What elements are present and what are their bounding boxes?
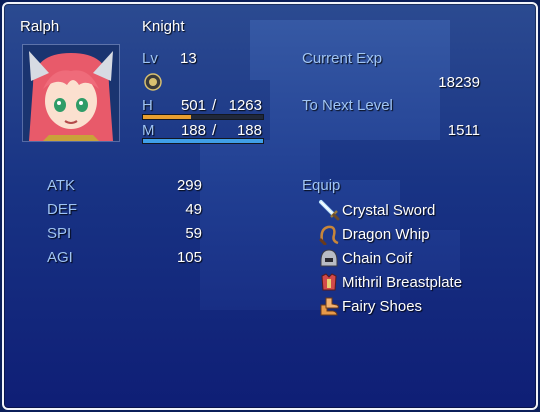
mp-gauge-fill — [143, 139, 263, 143]
hp-value: 501 — [180, 97, 206, 114]
hp-label: H — [142, 97, 153, 114]
stat-value-spi: 59 — [185, 225, 202, 242]
hp-gauge — [142, 114, 264, 120]
sword-icon — [319, 200, 340, 221]
stat-value-def: 49 — [185, 201, 202, 218]
hp-max: 1263 — [228, 97, 262, 114]
equip-item-shoes: Fairy Shoes — [342, 298, 423, 315]
equip-item-helmet: Chain Coif — [342, 250, 413, 267]
actor-class: Knight — [142, 18, 185, 35]
current-exp-value: 18239 — [438, 74, 480, 91]
stat-label-agi: AGI — [47, 249, 73, 266]
stat-label-spi: SPI — [47, 225, 72, 242]
stat-value-agi: 105 — [176, 249, 202, 266]
actor-portrait — [22, 44, 120, 142]
mp-gauge — [142, 138, 264, 144]
hp-gauge-fill — [143, 115, 191, 119]
current-exp-label: Current Exp — [302, 50, 383, 67]
armor-icon — [321, 273, 337, 291]
equip-header: Equip — [302, 177, 341, 194]
whip-icon — [319, 225, 339, 245]
next-level-value: 1511 — [447, 122, 480, 139]
equip-item-whip: Dragon Whip — [342, 226, 430, 243]
stat-label-atk: ATK — [47, 177, 76, 194]
hp-separator: / — [212, 97, 217, 114]
next-level-label: To Next Level — [302, 97, 393, 114]
shoes-icon — [320, 297, 339, 316]
helmet-icon — [320, 249, 338, 267]
state-orb-icon — [144, 73, 162, 91]
equip-item-armor: Mithril Breastplate — [342, 274, 463, 291]
stat-label-def: DEF — [47, 201, 77, 218]
stat-value-atk: 299 — [176, 177, 202, 194]
actor-name: Ralph — [20, 18, 60, 35]
equip-item-sword: Crystal Sword — [342, 202, 436, 219]
level-value: 13 — [180, 50, 197, 67]
level-label: Lv — [142, 50, 158, 67]
